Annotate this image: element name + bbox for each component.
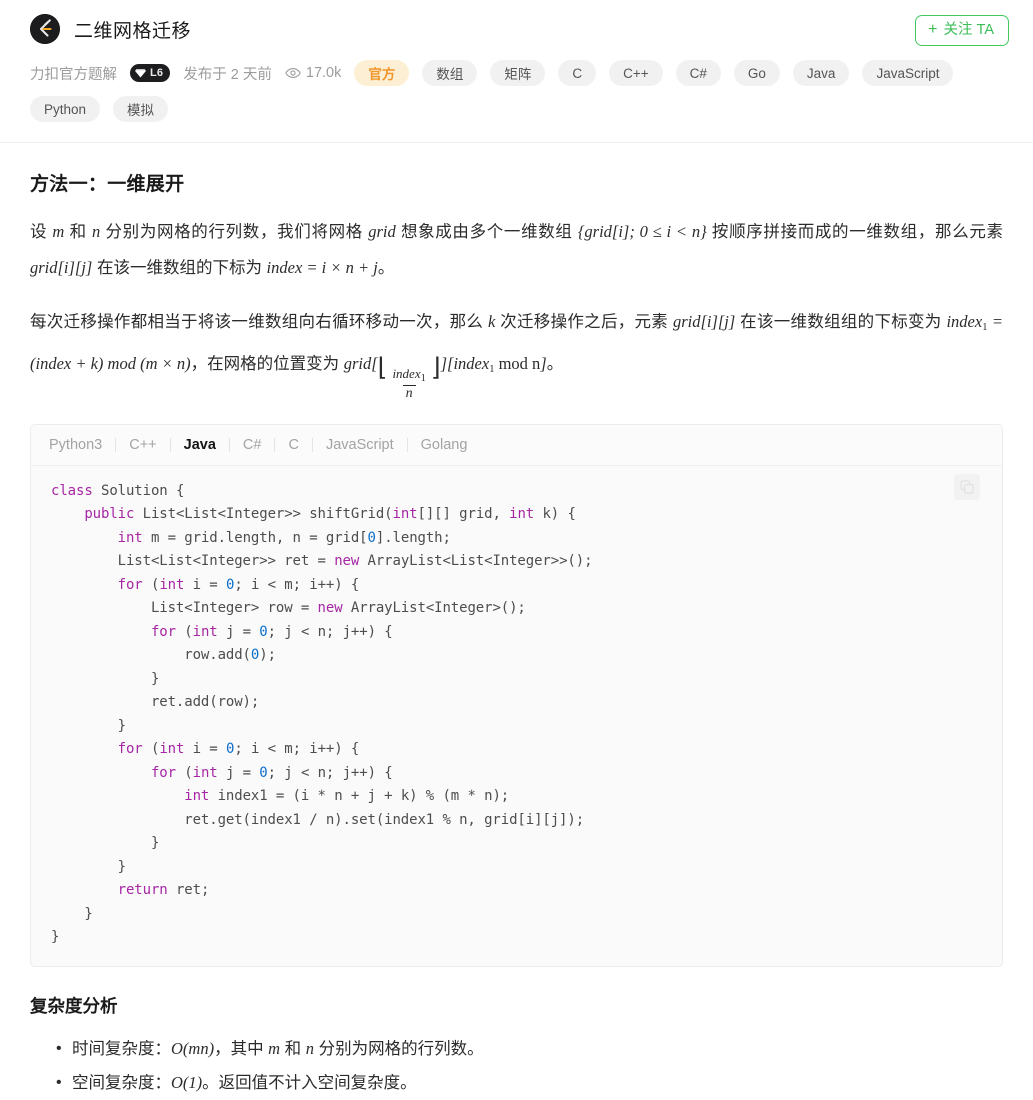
p1-t7: 。 bbox=[377, 259, 395, 277]
tag-array[interactable]: 数组 bbox=[422, 60, 478, 86]
view-count-text: 17.0k bbox=[305, 65, 342, 81]
tag-go[interactable]: Go bbox=[733, 60, 780, 86]
fraction-numerator-text: index bbox=[392, 366, 421, 381]
complexity-heading: 复杂度分析 bbox=[30, 995, 118, 1016]
floor-left-bracket-icon: ⌊ bbox=[377, 354, 388, 382]
article-body: 方法一：一维展开 设 m 和 n 分别为网格的行列数，我们将网格 grid 想象… bbox=[0, 169, 1033, 1100]
eye-icon bbox=[285, 67, 301, 79]
tag-c[interactable]: C bbox=[558, 60, 597, 86]
p1-t2: 和 bbox=[64, 223, 92, 241]
p1-t5: 按顺序拼接而成的一维数组，那么元素 bbox=[706, 223, 1004, 241]
tag-matrix[interactable]: 矩阵 bbox=[490, 60, 546, 86]
publish-date: 发布于 2 天前 bbox=[183, 66, 272, 83]
code-language-tabs: Python3 C++ Java C# C JavaScript Golang bbox=[31, 424, 1002, 466]
plus-icon: + bbox=[928, 21, 938, 38]
p2-m4c: mod n bbox=[494, 353, 541, 373]
p1-m4: {grid[i]; 0 ≤ i < n} bbox=[577, 222, 707, 241]
tag-simulation[interactable]: 模拟 bbox=[113, 96, 169, 122]
tab-golang[interactable]: Golang bbox=[408, 437, 481, 453]
p1-m2: n bbox=[92, 222, 101, 241]
copy-icon[interactable] bbox=[954, 473, 980, 500]
p1-t4: 想象成由多个一维数组 bbox=[395, 223, 578, 241]
tag-javascript[interactable]: JavaScript bbox=[862, 60, 954, 86]
tab-c[interactable]: C bbox=[275, 437, 311, 453]
cx1-big-o: O(1) bbox=[171, 1072, 203, 1092]
method-heading: 方法一：一维展开 bbox=[30, 174, 185, 195]
tab-csharp[interactable]: C# bbox=[230, 437, 275, 453]
fraction-numerator-sub: 1 bbox=[420, 372, 426, 384]
level-badge: L6 bbox=[130, 64, 171, 82]
tag-java[interactable]: Java bbox=[792, 60, 850, 86]
p1-m5: grid[i][j] bbox=[30, 258, 93, 277]
article-header: 二维网格迁移 + 关注 TA bbox=[0, 0, 1033, 46]
fraction-numerator: index1 bbox=[389, 367, 428, 385]
p2-m2: grid[i][j] bbox=[672, 312, 736, 331]
source-code[interactable]: class Solution { public List<List<Intege… bbox=[31, 480, 1002, 950]
header-divider bbox=[0, 142, 1033, 143]
follow-button-label: 关注 TA bbox=[943, 21, 994, 38]
cx1-prefix: 空间复杂度： bbox=[72, 1073, 171, 1092]
cx1-suffix-a: 。返回值不计入空间复杂度。 bbox=[202, 1073, 417, 1092]
title-row: 二维网格迁移 bbox=[30, 14, 1003, 44]
code-block: Python3 C++ Java C# C JavaScript Golang bbox=[30, 423, 1003, 967]
p2-t2: 次迁移操作之后，元素 bbox=[495, 313, 673, 331]
p2-m4pre: grid[ bbox=[343, 353, 378, 373]
gem-icon bbox=[135, 68, 146, 78]
tag-cpp[interactable]: C++ bbox=[609, 60, 663, 86]
cx0-v1: m bbox=[268, 1038, 281, 1058]
index-over-n-fraction: index1 n bbox=[389, 367, 428, 402]
page-title: 二维网格迁移 bbox=[74, 20, 192, 42]
level-badge-text: L6 bbox=[150, 67, 164, 79]
list-item: 空间复杂度：O(1)。返回值不计入空间复杂度。 bbox=[56, 1066, 1003, 1100]
paragraph-2: 每次迁移操作都相当于将该一维数组向右循环移动一次，那么 k 次迁移操作之后，元素… bbox=[30, 304, 1003, 402]
list-item: 时间复杂度：O(mn)，其中 m 和 n 分别为网格的行列数。 bbox=[56, 1032, 1003, 1066]
floor-right-bracket-icon: ⌋ bbox=[430, 354, 441, 382]
cx0-mid: 和 bbox=[280, 1039, 306, 1058]
paragraph-1: 设 m 和 n 分别为网格的行列数，我们将网格 grid 想象成由多个一维数组 … bbox=[30, 214, 1003, 286]
leetcode-logo-icon[interactable] bbox=[30, 14, 60, 44]
cx0-suffix-a: ，其中 bbox=[214, 1039, 269, 1058]
cx0-suffix-b: 分别为网格的行列数。 bbox=[314, 1039, 484, 1058]
tab-python3[interactable]: Python3 bbox=[49, 437, 115, 453]
p1-m3: grid bbox=[368, 222, 396, 241]
cx0-prefix: 时间复杂度： bbox=[72, 1039, 171, 1058]
tag-csharp[interactable]: C# bbox=[675, 60, 721, 86]
tab-javascript[interactable]: JavaScript bbox=[313, 437, 407, 453]
p1-t3: 分别为网格的行列数，我们将网格 bbox=[100, 223, 369, 241]
fraction-denominator: n bbox=[402, 384, 416, 402]
p2-t5: 。 bbox=[546, 354, 564, 373]
article-page: 二维网格迁移 + 关注 TA 力扣官方题解 L6 发布于 2 天前 17.0k … bbox=[0, 0, 1033, 1100]
follow-button[interactable]: + 关注 TA bbox=[915, 15, 1009, 46]
p2-m4mid: ][ bbox=[440, 353, 454, 373]
p2-t1: 每次迁移操作都相当于将该一维数组向右循环移动一次，那么 bbox=[30, 313, 489, 331]
article-meta: 力扣官方题解 L6 发布于 2 天前 17.0k 官方 数组 矩阵 C C++ … bbox=[30, 60, 1005, 122]
p2-t4: ，在网格的位置变为 bbox=[190, 354, 344, 373]
complexity-list: 时间复杂度：O(mn)，其中 m 和 n 分别为网格的行列数。 空间复杂度：O(… bbox=[30, 1032, 1003, 1100]
tag-official[interactable]: 官方 bbox=[354, 60, 410, 86]
author-name[interactable]: 力扣官方题解 bbox=[30, 63, 117, 84]
p1-t1: 设 bbox=[30, 223, 53, 241]
p2-m4b: index bbox=[453, 353, 490, 373]
view-count: 17.0k bbox=[285, 65, 341, 81]
tab-cpp[interactable]: C++ bbox=[116, 437, 169, 453]
p1-t6: 在该一维数组的下标为 bbox=[92, 259, 267, 277]
tab-java[interactable]: Java bbox=[171, 437, 229, 453]
cx0-v2: n bbox=[305, 1038, 315, 1058]
cx0-big-o: O(mn) bbox=[171, 1038, 215, 1058]
code-body: class Solution { public List<List<Intege… bbox=[31, 466, 1002, 966]
p1-m6: index = i × n + j bbox=[266, 258, 378, 277]
tag-python[interactable]: Python bbox=[30, 96, 101, 122]
p1-m1: m bbox=[52, 222, 65, 241]
p2-m3a: index bbox=[946, 312, 983, 331]
p2-t3: 在该一维数组组的下标变为 bbox=[735, 313, 947, 331]
